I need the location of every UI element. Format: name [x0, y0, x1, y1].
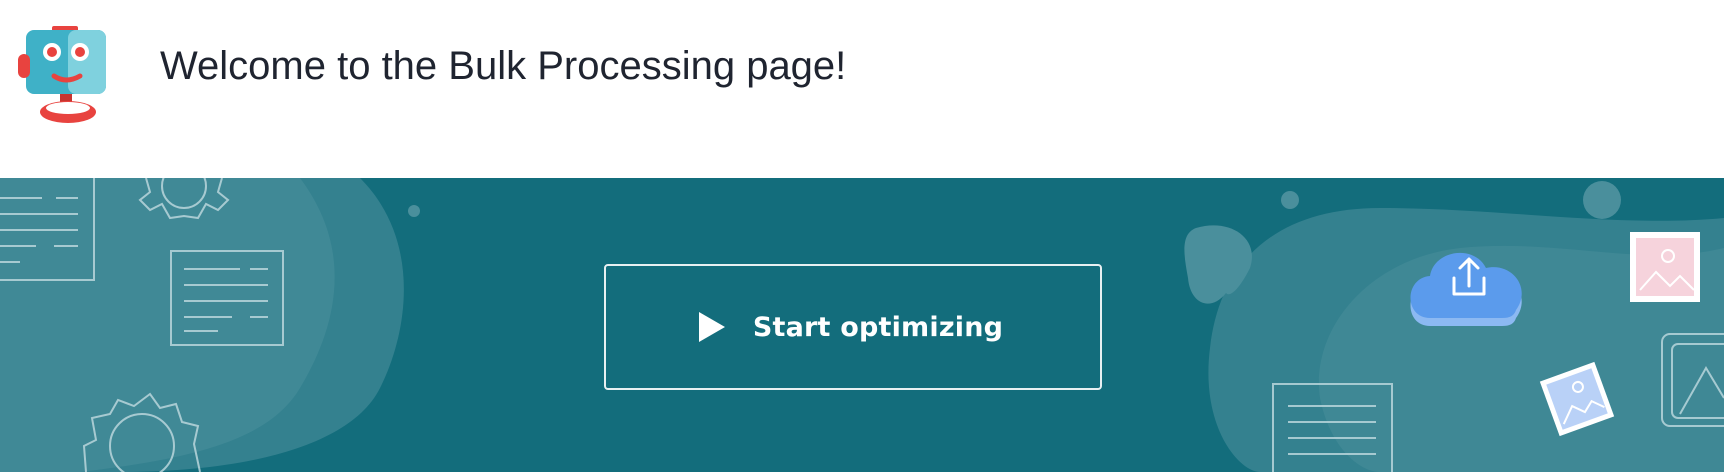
page-title: Welcome to the Bulk Processing page! [160, 44, 847, 88]
page-header: Welcome to the Bulk Processing page! [0, 0, 1724, 178]
robot-mascot-icon [18, 26, 106, 123]
image-icon [1630, 232, 1700, 302]
play-icon [698, 312, 725, 342]
start-banner: Start optimizing [0, 178, 1724, 472]
start-optimizing-button[interactable]: Start optimizing [604, 264, 1102, 390]
start-optimizing-label: Start optimizing [752, 311, 1004, 343]
